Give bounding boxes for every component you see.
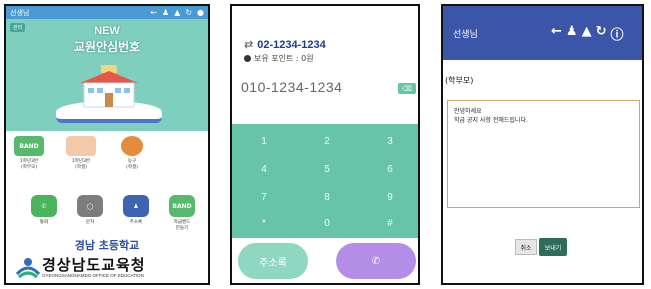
basketball-icon xyxy=(121,136,143,156)
key-hash[interactable]: # xyxy=(370,218,410,229)
dialer-screen: ⇄ 02-1234-1234 보유 포인트 : 0원 010-1234-1234 … xyxy=(230,4,420,285)
back-arrow-icon[interactable]: ← xyxy=(551,24,562,43)
app-row: ✆ 통화 ◯ 문자 ♟ 주소록 BAND 학급밴드 만들기 xyxy=(6,195,208,233)
dial-input[interactable]: 010-1234-1234 xyxy=(241,79,342,95)
caller-number-text: 02-1234-1234 xyxy=(257,39,326,51)
key-5[interactable]: 5 xyxy=(307,164,347,175)
backspace-button[interactable]: ⌫ xyxy=(398,83,416,94)
bell-icon[interactable]: ▲ xyxy=(174,8,180,17)
edu-office-logo: 경상남도교육청 GYEONGSANGNAMDO OFFICE OF EDUCAT… xyxy=(16,254,206,282)
back-arrow-icon[interactable]: ← xyxy=(150,8,157,17)
dialer-actions: 주소록 ✆ xyxy=(232,238,418,283)
hero-banner: 관리 NEW 교원안심번호 xyxy=(6,19,208,131)
recipient-label: (학부모) xyxy=(445,76,474,85)
send-button[interactable]: 보내기 xyxy=(539,238,567,256)
points-balance: 보유 포인트 : 0원 xyxy=(244,53,314,64)
person-icon[interactable]: ♟ xyxy=(162,8,169,17)
header-title: 선생님 xyxy=(453,30,478,40)
app-call[interactable]: ✆ 통화 xyxy=(26,195,62,225)
key-9[interactable]: 9 xyxy=(370,192,410,203)
edu-office-emblem-icon xyxy=(16,258,40,278)
contacts-icon: ♟ xyxy=(123,195,149,217)
keypad: 1 2 3 4 5 6 7 8 9 * 0 # xyxy=(232,124,418,238)
edu-office-name: 경상남도교육청 xyxy=(42,256,146,274)
phone-icon: ✆ xyxy=(31,195,57,217)
app-contacts[interactable]: ♟ 주소록 xyxy=(118,195,154,225)
cancel-button[interactable]: 취소 xyxy=(515,239,537,255)
key-4[interactable]: 4 xyxy=(244,164,284,175)
app-label: 통화 xyxy=(39,220,49,225)
home-screen: 선생님 ← ♟ ▲ ↻ ● 관리 NEW 교원안심번호 BAND 1학년3반 (학… xyxy=(4,4,210,285)
hero-title: 교원안심번호 xyxy=(73,40,141,54)
key-3[interactable]: 3 xyxy=(370,136,410,147)
key-star[interactable]: * xyxy=(244,218,284,229)
key-0[interactable]: 0 xyxy=(307,218,347,229)
points-text: 보유 포인트 : 0원 xyxy=(254,54,314,63)
shortcut-label: 농구 (학생) xyxy=(126,159,138,170)
addressbook-button[interactable]: 주소록 xyxy=(238,243,308,279)
key-2[interactable]: 2 xyxy=(307,136,347,147)
app-band[interactable]: BAND 학급밴드 만들기 xyxy=(164,195,200,231)
person-icon[interactable]: ♟ xyxy=(566,24,578,43)
class-photo-icon xyxy=(66,136,96,156)
chat-icon: ◯ xyxy=(77,195,103,217)
message-textarea[interactable]: 안녕하세요 학급 공지 사항 전해드립니다. xyxy=(447,100,640,208)
call-button[interactable]: ✆ xyxy=(336,243,416,279)
edu-office-english: GYEONGSANGNAMDO OFFICE OF EDUCATION xyxy=(42,273,144,278)
status-bar: 선생님 ← ♟ ▲ ↻ ● xyxy=(6,6,208,19)
shortcut-class-photo[interactable]: 1학년3반 (학생) xyxy=(66,136,96,170)
shortcut-band[interactable]: BAND 1학년3반 (학부모) xyxy=(14,136,44,170)
message-screen: 선생님 ← ♟ ▲ ↻ ⓘ (학부모) 안녕하세요 학급 공지 사항 전해드립니… xyxy=(441,4,644,285)
caller-number: ⇄ 02-1234-1234 xyxy=(244,38,326,51)
info-icon[interactable]: ⓘ xyxy=(610,24,623,43)
key-7[interactable]: 7 xyxy=(244,192,284,203)
app-label: 주소록 xyxy=(129,220,143,225)
band-icon: BAND xyxy=(14,136,44,156)
app-label: 학급밴드 만들기 xyxy=(173,220,191,231)
bell-icon[interactable]: ▲ xyxy=(582,24,592,43)
school-icon xyxy=(80,65,138,108)
phone-icon: ✆ xyxy=(371,255,381,267)
app-header: 선생님 ← ♟ ▲ ↻ ⓘ xyxy=(443,6,642,60)
shortcut-label: 1학년3반 (학생) xyxy=(71,159,91,170)
coin-icon xyxy=(244,55,251,62)
swap-icon[interactable]: ⇄ xyxy=(244,39,253,51)
message-line: 안녕하세요 xyxy=(454,108,482,115)
info-icon[interactable]: ● xyxy=(197,8,204,17)
refresh-icon[interactable]: ↻ xyxy=(185,8,192,17)
refresh-icon[interactable]: ↻ xyxy=(596,24,607,43)
band-icon: BAND xyxy=(169,195,195,217)
app-sms[interactable]: ◯ 문자 xyxy=(72,195,108,225)
key-8[interactable]: 8 xyxy=(307,192,347,203)
school-name: 경남 초등학교 xyxy=(74,239,140,252)
shortcut-label: 1학년3반 (학부모) xyxy=(19,159,39,170)
key-1[interactable]: 1 xyxy=(244,136,284,147)
group-shortcuts: BAND 1학년3반 (학부모) 1학년3반 (학생) 농구 (학생) xyxy=(6,136,208,181)
shortcut-basketball[interactable]: 농구 (학생) xyxy=(121,136,143,170)
app-label: 문자 xyxy=(85,220,95,225)
message-line: 학급 공지 사항 전해드립니다. xyxy=(454,117,528,124)
status-title: 선생님 xyxy=(10,8,30,17)
new-label: NEW xyxy=(94,25,120,37)
backspace-icon: ⌫ xyxy=(402,84,412,93)
key-6[interactable]: 6 xyxy=(370,164,410,175)
